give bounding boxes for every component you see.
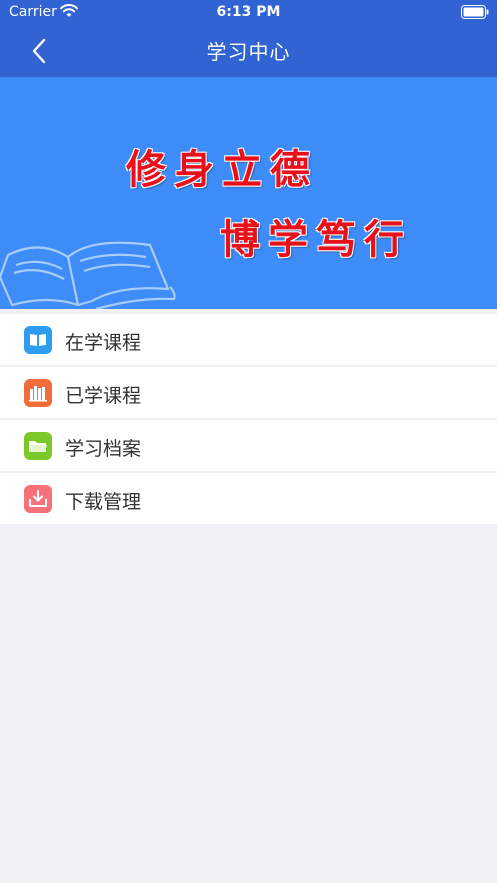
menu-item-current-courses[interactable]: 在学课程: [0, 314, 497, 365]
menu-label: 已学课程: [65, 385, 142, 407]
folder-icon: [24, 432, 52, 460]
battery-icon: [461, 5, 489, 23]
open-book-illustration: [0, 227, 180, 309]
status-time: 6:13 PM: [216, 4, 281, 20]
open-book-icon: [24, 326, 52, 354]
banner-slogan-line2: 博学笃行: [220, 216, 412, 263]
menu-list: 在学课程 已学课程 学习档案 下载管理: [0, 314, 497, 526]
page-title: 学习中心: [206, 40, 291, 64]
banner: 修身立德 博学笃行: [0, 77, 497, 309]
menu-label: 下载管理: [65, 491, 142, 513]
menu-item-study-records[interactable]: 学习档案: [0, 420, 497, 471]
banner-slogan-line1: 修身立德: [126, 146, 318, 193]
app-header: Carrier 6:13 PM 学习中心: [0, 0, 497, 77]
menu-label: 学习档案: [65, 438, 142, 460]
menu-label: 在学课程: [65, 332, 142, 354]
books-icon: [24, 379, 52, 407]
download-icon: [24, 485, 52, 513]
status-bar: Carrier 6:13 PM: [0, 0, 497, 26]
menu-item-completed-courses[interactable]: 已学课程: [0, 367, 497, 418]
menu-item-download-management[interactable]: 下载管理: [0, 473, 497, 524]
